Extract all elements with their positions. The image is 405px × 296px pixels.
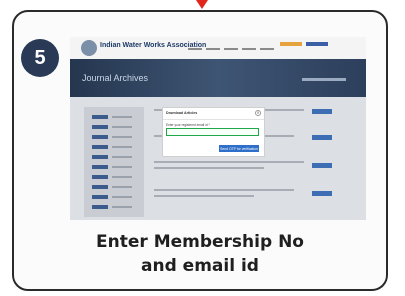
- download-button[interactable]: [312, 135, 332, 140]
- email-label: Enter your registered email id *: [166, 123, 210, 127]
- send-otp-button[interactable]: Send OTP for verification: [219, 145, 259, 152]
- email-field[interactable]: [166, 128, 259, 136]
- article-line: [154, 195, 254, 197]
- caption-line-1: Enter Membership No: [96, 232, 304, 252]
- article-line: [154, 189, 294, 191]
- modal-divider: [163, 119, 264, 120]
- site-logo-icon: [81, 40, 97, 56]
- close-icon[interactable]: ×: [255, 110, 261, 116]
- article-line: [154, 161, 304, 163]
- download-button[interactable]: [312, 163, 332, 168]
- header-button-blue[interactable]: [306, 42, 328, 46]
- article-line: [154, 167, 264, 169]
- caption-line-2: and email id: [141, 256, 259, 276]
- modal-title: Download Articles: [166, 111, 198, 115]
- site-nav[interactable]: [188, 48, 274, 50]
- download-articles-modal: Download Articles × Enter your registere…: [162, 107, 265, 157]
- step-number-badge: 5: [21, 39, 59, 77]
- download-button[interactable]: [312, 109, 332, 114]
- breadcrumb: [302, 78, 346, 81]
- site-header: Indian Water Works Association: [70, 37, 366, 59]
- header-button-orange[interactable]: [280, 42, 302, 46]
- year-sidebar: [84, 107, 144, 217]
- down-arrow-icon: [196, 0, 208, 9]
- download-button[interactable]: [312, 191, 332, 196]
- page-title: Journal Archives: [82, 73, 149, 83]
